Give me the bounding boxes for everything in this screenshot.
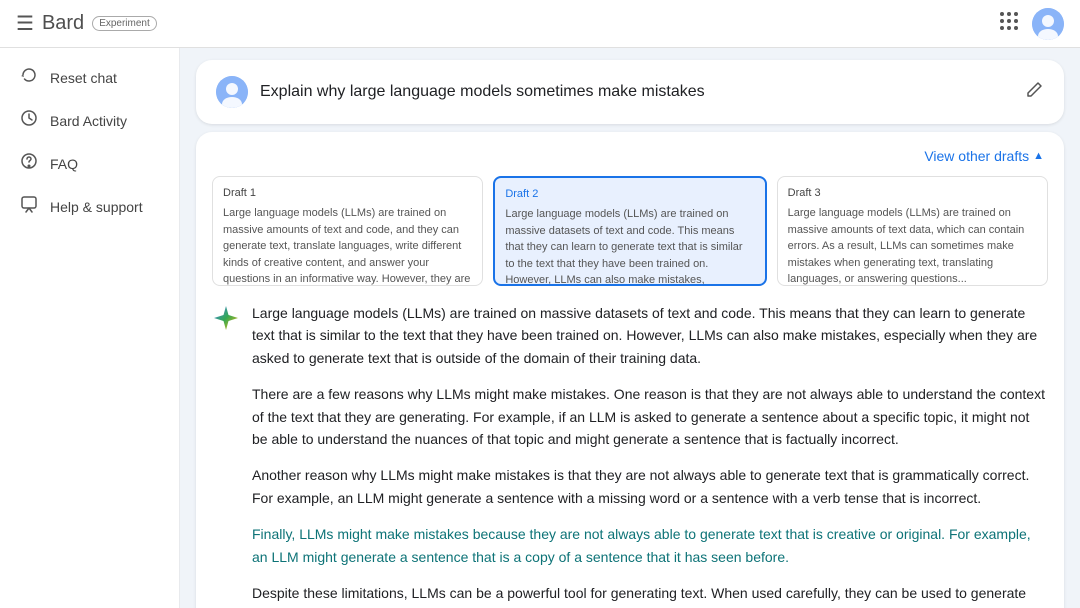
menu-icon[interactable]: ☰ [16, 11, 34, 36]
drafts-header[interactable]: View other drafts ▲ [212, 148, 1048, 164]
experiment-badge: Experiment [92, 16, 157, 31]
apps-icon[interactable] [998, 10, 1020, 38]
response-p5: Despite these limitations, LLMs can be a… [252, 582, 1048, 608]
response-p2: There are a few reasons why LLMs might m… [252, 383, 1048, 450]
draft-text-1: Large language models (LLMs) are trained… [223, 205, 472, 286]
response-p3: Another reason why LLMs might make mista… [252, 464, 1048, 509]
draft-label-3: Draft 3 [788, 187, 1037, 199]
draft-label-2: Draft 2 [505, 188, 754, 200]
layout: Reset chat Bard Activity FAQ [0, 48, 1080, 608]
query-bar: Explain why large language models someti… [196, 60, 1064, 124]
reset-chat-icon [20, 66, 38, 89]
faq-icon [20, 152, 38, 175]
help-support-icon [20, 195, 38, 218]
sidebar-item-reset-chat[interactable]: Reset chat [0, 56, 167, 99]
sidebar-item-bard-activity[interactable]: Bard Activity [0, 99, 167, 142]
response-area: View other drafts ▲ Draft 1 Large langua… [196, 132, 1064, 608]
view-other-drafts-label: View other drafts [924, 148, 1029, 164]
drafts-container: Draft 1 Large language models (LLMs) are… [212, 176, 1048, 286]
sidebar-item-label: FAQ [50, 156, 78, 172]
query-avatar [216, 76, 248, 108]
query-text: Explain why large language models someti… [260, 83, 705, 101]
sidebar-item-label: Reset chat [50, 70, 117, 86]
bard-star-icon [212, 304, 240, 332]
bard-response: Large language models (LLMs) are trained… [212, 302, 1048, 608]
edit-icon[interactable] [1024, 80, 1044, 105]
response-p4: Finally, LLMs might make mistakes becaus… [252, 523, 1048, 568]
sidebar-item-help-support[interactable]: Help & support [0, 185, 167, 228]
topbar-right [998, 8, 1064, 40]
draft-card-2[interactable]: Draft 2 Large language models (LLMs) are… [493, 176, 766, 286]
draft-card-1[interactable]: Draft 1 Large language models (LLMs) are… [212, 176, 483, 286]
response-p1: Large language models (LLMs) are trained… [252, 302, 1048, 369]
topbar-left: ☰ Bard Experiment [16, 11, 157, 36]
draft-card-3[interactable]: Draft 3 Large language models (LLMs) are… [777, 176, 1048, 286]
chevron-up-icon: ▲ [1033, 150, 1044, 162]
sidebar-item-faq[interactable]: FAQ [0, 142, 167, 185]
bard-activity-icon [20, 109, 38, 132]
response-text-content: Large language models (LLMs) are trained… [252, 302, 1048, 608]
draft-text-2: Large language models (LLMs) are trained… [505, 206, 754, 286]
sidebar: Reset chat Bard Activity FAQ [0, 48, 180, 608]
topbar: ☰ Bard Experiment [0, 0, 1080, 48]
sidebar-item-label: Help & support [50, 199, 143, 215]
sidebar-item-label: Bard Activity [50, 113, 127, 129]
main-content: Explain why large language models someti… [180, 48, 1080, 608]
draft-label-1: Draft 1 [223, 187, 472, 199]
user-avatar[interactable] [1032, 8, 1064, 40]
draft-text-3: Large language models (LLMs) are trained… [788, 205, 1037, 286]
query-left: Explain why large language models someti… [216, 76, 705, 108]
app-logo: Bard [42, 12, 84, 35]
